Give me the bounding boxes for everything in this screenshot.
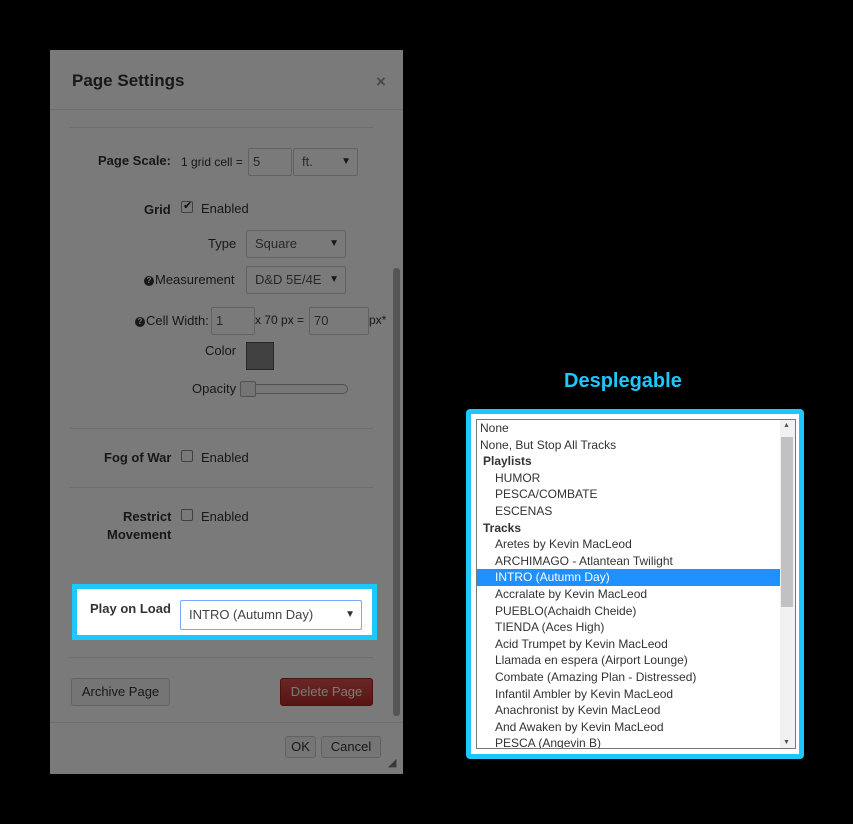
divider [70, 127, 373, 128]
type-label: Type [208, 236, 237, 251]
dropdown-option[interactable]: TIENDA (Aces High) [477, 619, 795, 636]
cell-width-unit: px* [369, 313, 387, 327]
opacity-label: Opacity [192, 381, 237, 396]
dialog-title: Page Settings [72, 71, 185, 90]
dropdown-option[interactable]: Anachronist by Kevin MacLeod [477, 702, 795, 719]
dropdown-panel: None None, But Stop All Tracks Playlists HU… [466, 409, 804, 759]
dropdown-option[interactable]: HUMOR [477, 470, 795, 487]
measurement-value: D&D 5E/4E [255, 272, 322, 287]
list-scrollbar[interactable]: ▲ ▼ [780, 420, 795, 748]
dropdown-option[interactable]: Acid Trumpet by Kevin MacLeod [477, 636, 795, 653]
restrict-movement-label-2: Movement [107, 527, 172, 542]
dropdown-option[interactable]: And Awaken by Kevin MacLeod [477, 719, 795, 736]
list-scrollbar-thumb[interactable] [781, 437, 793, 607]
close-icon[interactable]: × [376, 72, 386, 92]
resize-handle-icon[interactable]: ◢ [388, 756, 396, 769]
divider [70, 657, 373, 658]
dropdown-option[interactable]: None, But Stop All Tracks [477, 437, 795, 454]
chevron-down-icon: ▼ [329, 274, 339, 285]
chevron-down-icon: ▼ [341, 156, 351, 167]
color-label: Color [205, 343, 237, 358]
help-icon[interactable]: ? [144, 276, 154, 286]
cell-width-label: Cell Width: [146, 313, 209, 328]
cell-width-px-input[interactable]: 70 [309, 307, 369, 335]
divider [70, 428, 373, 429]
measurement-label: Measurement [155, 272, 235, 287]
fog-of-war-enabled-label: Enabled [201, 450, 249, 465]
play-on-load-select[interactable]: INTRO (Autumn Day) ▼ [180, 600, 362, 630]
fog-of-war-label: Fog of War [104, 450, 172, 465]
divider [70, 487, 373, 488]
cell-width-multiplier: x 70 px = [255, 313, 305, 327]
chevron-down-icon: ▼ [329, 238, 339, 249]
grid-color-swatch[interactable] [246, 342, 274, 370]
page-scale-unit-value: ft. [302, 154, 313, 169]
help-icon[interactable]: ? [135, 317, 145, 327]
dropdown-option[interactable]: None [477, 420, 795, 437]
option-group-label: Tracks [483, 520, 522, 535]
page-settings-dialog: Page Settings × Page Scale: 1 grid cell … [50, 50, 403, 774]
divider [50, 109, 403, 110]
cell-width-label-wrap: ? Cell Width: [135, 313, 209, 328]
fog-of-war-checkbox[interactable] [181, 450, 193, 462]
dropdown-option[interactable]: Infantil Ambler by Kevin MacLeod [477, 686, 795, 703]
measurement-label-wrap: ? Measurement [144, 272, 234, 287]
play-on-load-label: Play on Load [90, 601, 171, 616]
divider [50, 722, 403, 723]
dropdown-option[interactable]: Aretes by Kevin MacLeod [477, 536, 795, 553]
dropdown-option[interactable]: INTRO (Autumn Day) [477, 569, 780, 586]
grid-enabled-label: Enabled [201, 201, 249, 216]
dropdown-option[interactable]: PESCA/COMBATE [477, 486, 795, 503]
chevron-down-icon: ▼ [345, 609, 355, 620]
dropdown-option[interactable]: Accralate by Kevin MacLeod [477, 586, 795, 603]
scroll-down-icon[interactable]: ▼ [783, 739, 790, 746]
cancel-button[interactable]: Cancel [321, 736, 381, 758]
delete-page-button[interactable]: Delete Page [280, 678, 373, 706]
dropdown-option[interactable]: PESCA (Angevin B) [477, 735, 795, 748]
grid-type-select[interactable]: Square ▼ [246, 230, 346, 258]
restrict-movement-enabled-label: Enabled [201, 509, 249, 524]
measurement-select[interactable]: D&D 5E/4E ▼ [246, 266, 346, 294]
dropdown-option[interactable]: ARCHIMAGO - Atlantean Twilight [477, 553, 795, 570]
scroll-up-icon[interactable]: ▲ [783, 422, 790, 429]
dropdown-option[interactable]: PUEBLO(Achaidh Cheide) [477, 603, 795, 620]
play-on-load-value: INTRO (Autumn Day) [189, 607, 314, 622]
restrict-movement-label-1: Restrict [123, 509, 172, 524]
dropdown-option[interactable]: Combate (Amazing Plan - Distressed) [477, 669, 795, 686]
page-scale-input[interactable]: 5 [248, 148, 292, 176]
grid-cell-prefix: 1 grid cell = [181, 155, 243, 169]
ok-button[interactable]: OK [285, 736, 316, 758]
opacity-slider[interactable] [245, 384, 348, 394]
dropdown-heading: Desplegable [564, 370, 682, 392]
grid-enabled-checkbox[interactable] [181, 199, 193, 213]
dropdown-option[interactable]: Llamada en espera (Airport Lounge) [477, 652, 795, 669]
option-group-label: Playlists [483, 454, 532, 469]
dialog-scrollbar[interactable] [393, 268, 400, 716]
opacity-slider-handle[interactable] [240, 381, 256, 397]
cell-width-input[interactable]: 1 [211, 307, 255, 335]
page-scale-label: Page Scale: [98, 153, 171, 168]
restrict-movement-checkbox[interactable] [181, 509, 193, 521]
grid-type-value: Square [255, 236, 297, 251]
page-scale-unit-select[interactable]: ft. ▼ [293, 148, 358, 176]
dropdown-option[interactable]: ESCENAS [477, 503, 795, 520]
grid-label: Grid [144, 202, 171, 217]
play-on-load-highlight: Play on Load INTRO (Autumn Day) ▼ [72, 584, 377, 640]
track-options-list[interactable]: None None, But Stop All Tracks Playlists HU… [476, 419, 796, 749]
archive-page-button[interactable]: Archive Page [71, 678, 170, 706]
